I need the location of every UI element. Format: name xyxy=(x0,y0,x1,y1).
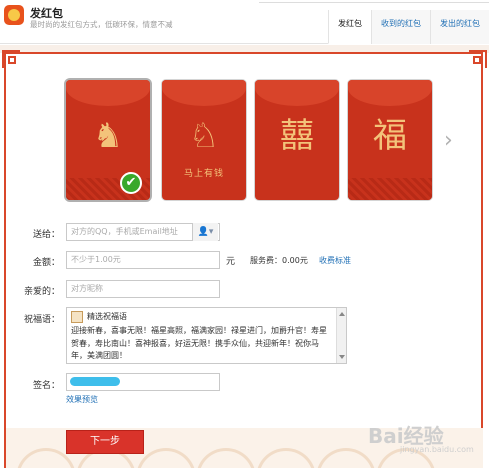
service-fee-value: 0.00元 xyxy=(282,256,308,265)
next-cards-arrow-icon[interactable]: › xyxy=(444,128,453,153)
page-subtitle: 最时尚的发红包方式，低碳环保，情意不减 xyxy=(30,20,173,29)
next-step-button[interactable]: 下一步 xyxy=(66,430,144,454)
signature-redaction xyxy=(70,377,120,386)
amount-unit: 元 xyxy=(226,257,236,267)
fu-character-art-icon: 福 xyxy=(373,116,407,156)
pick-blessing-label: 精选祝福语 xyxy=(87,312,127,321)
service-fee: 服务费：0.00元 xyxy=(250,255,308,266)
tab-bar: 发红包 收到的红包 发出的红包 xyxy=(328,10,489,44)
page-header: 发红包 最时尚的发红包方式，低碳环保，情意不减 发红包 收到的红包 发出的红包 xyxy=(0,0,489,44)
red-packet-logo-icon xyxy=(4,5,24,25)
nickname-input[interactable]: 对方昵称 xyxy=(66,280,220,298)
blessing-text: 迎接新春，喜事无限！福星高照，福满家园！禄星进门，加爵升官！寿星贺春，寿比南山！… xyxy=(71,326,327,360)
nickname-label: 亲爱的： xyxy=(23,287,60,297)
tab-sent[interactable]: 发出的红包 xyxy=(430,10,489,44)
card-horse-money[interactable]: ♘ 马上有钱 xyxy=(162,80,246,200)
amount-label: 金额： xyxy=(32,258,60,268)
blessing-scrollbar[interactable] xyxy=(336,308,346,363)
recipient-label: 送给： xyxy=(32,230,60,240)
scroll-down-icon[interactable] xyxy=(339,355,345,359)
service-fee-label: 服务费： xyxy=(250,256,282,265)
contact-picker-button[interactable]: 👤▾ xyxy=(192,223,218,241)
top-divider xyxy=(259,0,489,3)
horse-art-icon: ♞ xyxy=(92,116,124,156)
tab-send[interactable]: 发红包 xyxy=(328,10,371,44)
signature-label: 签名： xyxy=(32,381,60,391)
frame-corner-square-left xyxy=(8,56,16,64)
frame-corner-square-right xyxy=(473,56,481,64)
blessing-book-icon xyxy=(71,310,83,323)
card-caption: 马上有钱 xyxy=(183,169,224,179)
pick-blessing-button[interactable]: 精选祝福语 xyxy=(71,310,127,324)
horse-coin-art-icon: ♘ xyxy=(188,116,220,156)
tab-received[interactable]: 收到的红包 xyxy=(371,10,430,44)
amount-input[interactable]: 不少于1.00元 xyxy=(66,251,220,269)
preview-link[interactable]: 效果预览 xyxy=(66,394,98,405)
blessing-textarea[interactable]: 精选祝福语 迎接新春，喜事无限！福星高照，福满家园！禄星进门，加爵升官！寿星贺春… xyxy=(66,307,347,364)
person-icon: 👤▾ xyxy=(197,227,214,237)
scroll-up-icon[interactable] xyxy=(339,312,345,316)
watermark-url: jingyan.baidu.com xyxy=(400,445,474,454)
card-double-happiness[interactable]: 囍 xyxy=(255,80,339,200)
fee-standard-link[interactable]: 收费标准 xyxy=(319,255,351,266)
card-fortune[interactable]: 福 xyxy=(348,80,432,200)
blessing-label: 祝福语： xyxy=(23,315,60,325)
double-happiness-art-icon: 囍 xyxy=(280,116,314,156)
selected-check-icon: ✔ xyxy=(120,172,142,194)
